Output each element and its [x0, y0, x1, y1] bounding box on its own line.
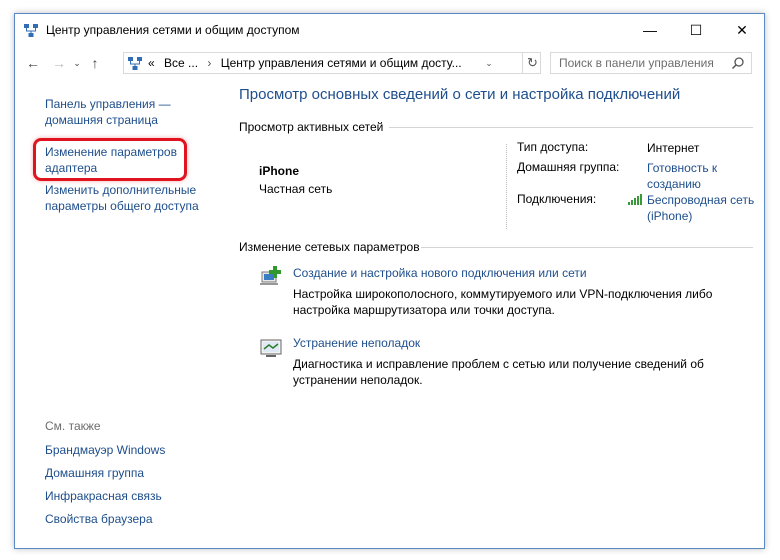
window-title: Центр управления сетями и общим доступом	[46, 23, 300, 37]
search-icon[interactable]	[731, 56, 745, 70]
search-input[interactable]: Поиск в панели управления	[550, 52, 752, 74]
refresh-button[interactable]: ↻	[522, 53, 542, 73]
breadcrumb-overflow[interactable]: «	[148, 56, 155, 70]
network-center-icon	[128, 57, 142, 70]
address-bar[interactable]: « Все ... › Центр управления сетями и об…	[123, 52, 541, 74]
sidebar-link-browser-properties[interactable]: Свойства браузера	[45, 511, 205, 527]
back-button[interactable]: ←	[23, 54, 43, 72]
network-center-icon	[24, 24, 38, 37]
page-title: Просмотр основных сведений о сети и наст…	[239, 86, 681, 103]
setup-new-connection-link[interactable]: Создание и настройка нового подключения …	[293, 266, 587, 280]
wifi-signal-icon	[628, 194, 642, 205]
setup-new-connection-desc: Настройка широкополосного, коммутируемог…	[293, 287, 713, 317]
homegroup-label: Домашняя группа:	[517, 160, 620, 174]
search-placeholder: Поиск в панели управления	[559, 56, 714, 70]
breadcrumb-separator[interactable]: ›	[207, 56, 211, 70]
sidebar-link-firewall[interactable]: Брандмауэр Windows	[45, 442, 205, 458]
troubleshoot-desc: Диагностика и исправление проблем с сеть…	[293, 357, 704, 387]
network-name: iPhone	[259, 164, 300, 178]
close-button[interactable]: ✕	[719, 14, 764, 46]
highlight-annotation	[33, 138, 187, 181]
forward-button[interactable]: →	[49, 54, 69, 72]
access-type-value: Интернет	[647, 141, 700, 155]
change-settings-heading: Изменение сетевых параметров	[239, 240, 420, 254]
sidebar-link-home[interactable]: Панель управления — домашняя страница	[45, 96, 205, 128]
recent-locations-button[interactable]: ⌄	[71, 54, 83, 72]
section-divider	[389, 127, 753, 128]
sidebar-link-infrared[interactable]: Инфракрасная связь	[45, 488, 205, 504]
network-type: Частная сеть	[259, 182, 333, 196]
chevron-down-icon[interactable]: ⌄	[481, 55, 497, 71]
see-also-heading: См. также	[45, 419, 101, 433]
troubleshoot-link[interactable]: Устранение неполадок	[293, 336, 420, 350]
sidebar-link-sharing-settings[interactable]: Изменить дополнительные параметры общего…	[45, 182, 215, 214]
minimize-button[interactable]: —	[627, 14, 673, 46]
breadcrumb-current[interactable]: Центр управления сетями и общим досту...	[221, 56, 462, 70]
sidebar-link-homegroup[interactable]: Домашняя группа	[45, 465, 205, 481]
navigation-bar: ← → ⌄ ↑ « Все ... › Центр управления сет…	[15, 48, 764, 78]
title-bar: Центр управления сетями и общим доступом…	[15, 14, 764, 46]
vertical-divider	[506, 144, 508, 229]
section-divider	[421, 247, 753, 248]
control-panel-window: Центр управления сетями и общим доступом…	[14, 13, 765, 549]
up-button[interactable]: ↑	[85, 54, 105, 72]
access-type-label: Тип доступа:	[517, 140, 589, 154]
new-connection-icon	[260, 266, 281, 285]
active-networks-heading: Просмотр активных сетей	[239, 120, 384, 134]
connections-label: Подключения:	[517, 192, 597, 206]
breadcrumb: « Все ... › Центр управления сетями и об…	[148, 56, 462, 70]
homegroup-link[interactable]: Готовность к созданию	[647, 160, 737, 192]
breadcrumb-all-items[interactable]: Все ...	[164, 56, 198, 70]
maximize-button[interactable]: ☐	[673, 14, 719, 46]
wireless-connection-link[interactable]: Беспроводная сеть (iPhone)	[647, 192, 757, 224]
troubleshoot-icon	[260, 339, 282, 357]
